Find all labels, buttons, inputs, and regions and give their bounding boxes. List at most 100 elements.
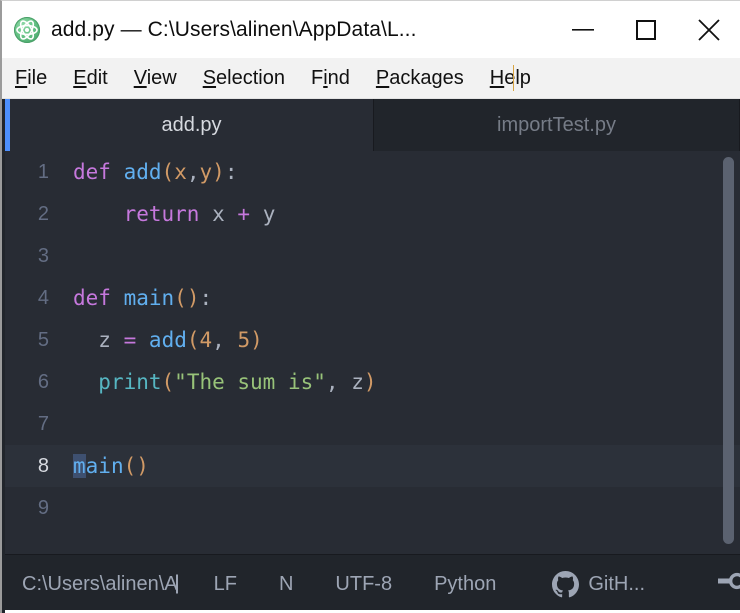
code-text[interactable]: def add(x,y): xyxy=(61,151,740,193)
menu-accel: H xyxy=(489,66,505,89)
status-line-ending-label: LF xyxy=(213,572,237,595)
code-text[interactable]: def main(): xyxy=(61,277,740,319)
title-bar: add.py — C:\Users\alinen\AppData\L... xyxy=(2,1,740,58)
code-token: , xyxy=(212,328,225,352)
status-encoding-label: UTF-8 xyxy=(335,572,393,595)
atom-workspace: add.py importTest.py 1 def add(x,y): 2 ret… xyxy=(2,99,740,613)
code-line[interactable]: 1 def add(x,y): xyxy=(5,151,740,193)
window-title: add.py — C:\Users\alinen\AppData\L... xyxy=(51,17,417,41)
code-line[interactable]: 3 xyxy=(5,235,740,277)
line-number: 1 xyxy=(37,161,49,183)
line-number: 7 xyxy=(37,413,49,435)
code-line[interactable]: 6 print("The sum is", z) xyxy=(5,361,740,403)
code-line[interactable]: 2 return x + y xyxy=(5,193,740,235)
tab-importtest-py[interactable]: importTest.py xyxy=(373,99,740,151)
menu-label-pre: F xyxy=(310,66,324,89)
text-editor[interactable]: 1 def add(x,y): 2 return x + y 3 4 def main()… xyxy=(5,151,740,554)
status-file-path-label: C:\Users\alinen\A xyxy=(22,572,178,595)
code-token: () xyxy=(174,286,200,310)
code-token: z xyxy=(98,328,111,352)
code-token: x xyxy=(212,202,225,226)
code-token: y xyxy=(199,160,213,184)
tree-view-edge xyxy=(2,99,5,613)
text-caret xyxy=(513,65,514,91)
code-token: ) xyxy=(212,160,225,184)
code-token: def xyxy=(73,286,111,310)
github-icon xyxy=(552,570,588,598)
menu-item-find[interactable]: Find xyxy=(311,67,350,90)
atom-icon xyxy=(14,16,40,43)
status-indent[interactable]: N xyxy=(279,573,293,596)
status-grammar-label: Python xyxy=(434,572,497,595)
menu-accel: P xyxy=(375,66,390,89)
code-token: , xyxy=(186,160,200,184)
line-number: 2 xyxy=(37,203,49,225)
code-token: y xyxy=(262,202,276,226)
menu-item-selection[interactable]: Selection xyxy=(203,67,285,90)
code-token: ( xyxy=(186,328,200,352)
menu-item-view[interactable]: View xyxy=(134,67,177,90)
menu-bar: File Edit View Selection Find Packages H… xyxy=(2,58,740,99)
code-token: ain xyxy=(85,454,124,478)
git-branch-icon[interactable] xyxy=(718,568,740,600)
code-token: , xyxy=(325,370,339,394)
code-token: def xyxy=(73,160,111,184)
code-token: add xyxy=(148,328,187,352)
code-line[interactable]: 5 z = add(4, 5) xyxy=(5,319,740,361)
status-line-ending[interactable]: LF xyxy=(214,573,237,596)
code-text[interactable]: print("The sum is", z) xyxy=(61,361,740,403)
menu-label-rest: ile xyxy=(27,66,48,89)
status-grammar[interactable]: Python xyxy=(434,573,496,596)
code-line[interactable]: 8 main() xyxy=(5,445,740,487)
status-encoding[interactable]: UTF-8 xyxy=(335,573,392,596)
menu-item-packages[interactable]: Packages xyxy=(376,67,464,90)
menu-item-file[interactable]: File xyxy=(15,67,47,90)
close-button[interactable] xyxy=(677,1,740,58)
code-token: x xyxy=(174,160,187,184)
code-token: add xyxy=(123,160,162,184)
maximize-button[interactable] xyxy=(614,1,677,58)
minimize-button[interactable] xyxy=(551,1,614,58)
code-token: ( xyxy=(161,160,175,184)
window-controls xyxy=(551,1,740,58)
menu-item-edit[interactable]: Edit xyxy=(73,67,107,90)
code-token: ) xyxy=(250,328,263,352)
line-number: 8 xyxy=(37,455,49,477)
status-file-path[interactable]: C:\Users\alinen\A xyxy=(22,573,178,596)
code-token: main xyxy=(123,286,175,310)
scrollbar-thumb[interactable] xyxy=(723,157,734,544)
code-token: z xyxy=(351,370,364,394)
code-token: + xyxy=(237,202,251,226)
code-token: m xyxy=(73,454,86,478)
atom-window: add.py — C:\Users\alinen\AppData\L... Fi… xyxy=(0,0,740,613)
tab-add-py[interactable]: add.py xyxy=(5,99,373,151)
status-bar: C:\Users\alinen\A LF N UTF-8 Python GitH… xyxy=(2,554,740,613)
code-token: "The sum is" xyxy=(174,370,326,394)
editor-vertical-scrollbar[interactable] xyxy=(723,157,734,544)
code-token: : xyxy=(199,286,213,310)
line-number: 3 xyxy=(37,245,49,267)
line-number: 5 xyxy=(37,329,49,351)
menu-item-help[interactable]: Help xyxy=(490,67,531,90)
status-github[interactable]: GitH... xyxy=(552,570,645,598)
menu-label-rest: ackages xyxy=(389,66,464,89)
code-token: 4 xyxy=(199,328,213,352)
code-text[interactable]: z = add(4, 5) xyxy=(61,319,740,361)
code-text[interactable]: return x + y xyxy=(61,193,740,235)
code-token: print xyxy=(98,370,162,394)
code-line[interactable]: 4 def main(): xyxy=(5,277,740,319)
menu-accel: E xyxy=(73,66,87,89)
code-text[interactable]: main() xyxy=(61,445,740,487)
code-line[interactable]: 9 xyxy=(5,487,740,529)
code-line[interactable]: 7 xyxy=(5,403,740,445)
code-area[interactable]: 1 def add(x,y): 2 return x + y 3 4 def main()… xyxy=(5,151,740,529)
